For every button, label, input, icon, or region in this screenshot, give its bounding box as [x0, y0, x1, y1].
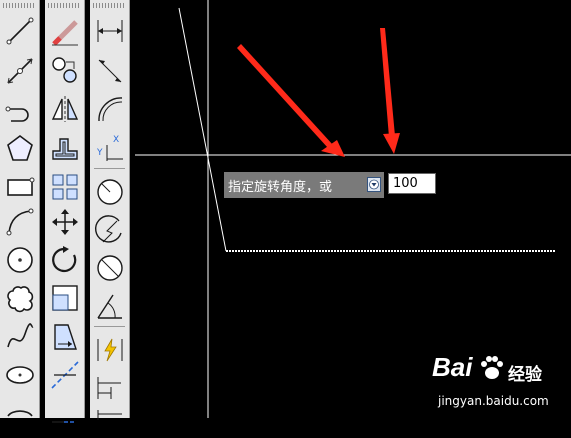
circle-icon[interactable] [3, 243, 37, 277]
dimension-toolbar: XY [90, 0, 130, 420]
spline-icon[interactable] [3, 320, 37, 354]
array-icon[interactable] [48, 170, 82, 204]
rectangle-icon[interactable] [3, 170, 37, 204]
continue-dimension-icon[interactable] [93, 404, 127, 438]
trim-icon[interactable] [48, 358, 82, 392]
down-arrow-icon [369, 179, 379, 190]
watermark-brand: Bai [432, 352, 473, 382]
toolbar-grip[interactable] [48, 3, 81, 8]
jogged-dimension-icon[interactable] [93, 213, 127, 247]
polyline-icon[interactable] [3, 92, 37, 126]
stretch-icon[interactable] [48, 320, 82, 354]
svg-text:Y: Y [96, 148, 103, 158]
line-tool-icon[interactable] [3, 14, 37, 48]
baidu-jingyan-watermark: Bai 经验 jingyan.baidu.com [432, 352, 568, 414]
extend-icon[interactable] [48, 396, 82, 430]
ellipse-arc-icon[interactable] [3, 396, 37, 430]
construction-line-icon[interactable] [3, 54, 37, 88]
mirror-icon[interactable] [48, 92, 82, 126]
polygon-icon[interactable] [3, 131, 37, 165]
aligned-dimension-icon[interactable] [93, 54, 127, 88]
svg-text:X: X [113, 135, 119, 145]
baseline-dimension-icon[interactable] [93, 371, 127, 405]
dynamic-input-prompt: 指定旋转角度，或 [224, 172, 384, 198]
diameter-dimension-icon[interactable] [93, 251, 127, 285]
modify-toolbar [45, 0, 85, 423]
quick-dimension-icon[interactable] [93, 333, 127, 367]
toolbar-separator [94, 168, 125, 169]
toolbar-grip[interactable] [3, 3, 36, 8]
scale-icon[interactable] [48, 281, 82, 315]
rotation-angle-input[interactable] [388, 173, 436, 194]
paw-logo-icon [481, 356, 503, 379]
ordinate-dimension-icon[interactable]: XY [93, 131, 127, 165]
arc-length-icon[interactable] [93, 92, 127, 126]
rotate-icon[interactable] [48, 243, 82, 277]
watermark-url: jingyan.baidu.com [438, 394, 549, 408]
watermark-jingyan: 经验 [508, 365, 542, 385]
toolbar-separator [94, 326, 125, 327]
move-icon[interactable] [48, 205, 82, 239]
revision-cloud-icon[interactable] [3, 281, 37, 315]
ellipse-icon[interactable] [3, 358, 37, 392]
arc-icon[interactable] [3, 205, 37, 239]
toolbar-grip[interactable] [93, 3, 126, 8]
command-options-button[interactable] [367, 177, 381, 192]
angular-dimension-icon[interactable] [93, 289, 127, 323]
erase-icon[interactable] [48, 14, 82, 48]
draw-toolbar [0, 0, 40, 418]
linear-dimension-icon[interactable] [93, 14, 127, 48]
offset-icon[interactable] [48, 131, 82, 165]
rotation-angle-prompt: 指定旋转角度，或 [228, 180, 333, 195]
radius-dimension-icon[interactable] [93, 175, 127, 209]
copy-icon[interactable] [48, 54, 82, 88]
